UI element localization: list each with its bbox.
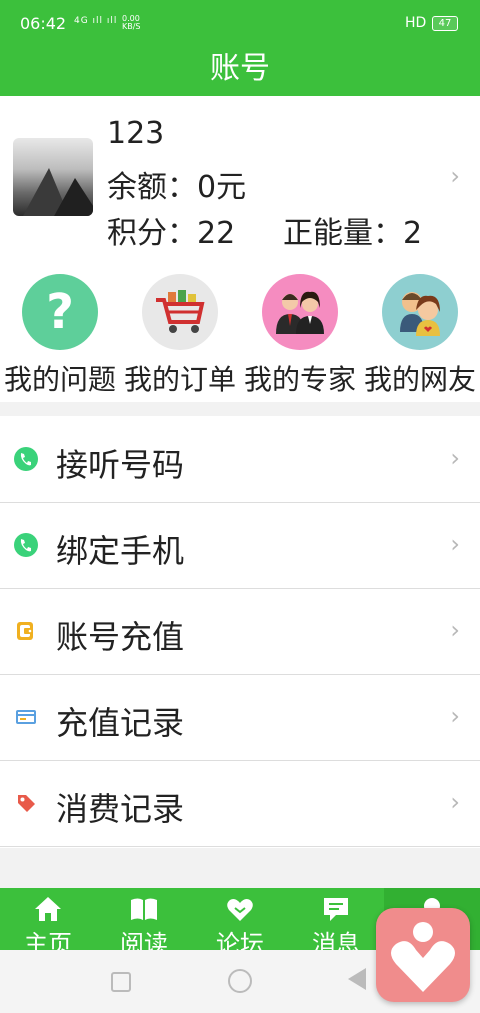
tab-home[interactable]: 主页 — [0, 888, 96, 950]
chevron-right-icon: › — [450, 616, 460, 644]
avatar[interactable] — [13, 138, 93, 216]
section-divider — [0, 402, 480, 416]
menu-item-label: 绑定手机 — [56, 532, 185, 570]
floating-heart-button[interactable] — [376, 908, 470, 1002]
avatar-mountain-2 — [53, 178, 93, 216]
menu-item-recharge-history[interactable]: 充值记录 › — [0, 674, 480, 761]
menu-item-label: 充值记录 — [56, 704, 185, 742]
profile-energy: 正能量：2 — [283, 216, 423, 251]
page-title: 账号 — [0, 48, 480, 96]
back-button[interactable] — [348, 968, 366, 990]
heart-person-icon — [391, 922, 455, 992]
shortcut-label: 我的订单 — [123, 363, 236, 396]
home-button[interactable] — [228, 969, 252, 993]
menu-item-label: 消费记录 — [56, 790, 185, 828]
tab-label: 消息 — [312, 930, 360, 950]
question-icon[interactable]: ? — [22, 274, 98, 350]
chevron-right-icon: › — [450, 788, 460, 816]
book-icon — [129, 894, 159, 924]
menu-item-label: 账号充值 — [56, 618, 185, 656]
settings-menu: 接听号码 › 绑定手机 › 账号充值 › 充值记录 › 消费记录 › — [0, 416, 480, 848]
status-time: 06:42 — [20, 14, 67, 33]
tag-icon — [14, 791, 38, 815]
profile-card[interactable]: 123 余额：0元 积分：22 正能量：2 › — [0, 96, 480, 252]
chevron-right-icon: › — [450, 444, 460, 472]
card-icon — [14, 705, 38, 729]
menu-item-spending-history[interactable]: 消费记录 › — [0, 760, 480, 847]
network-type: HD — [405, 15, 427, 31]
chevron-right-icon: › — [450, 162, 460, 190]
friends-icon[interactable] — [382, 274, 458, 350]
net-speed-unit: KB/S — [122, 22, 141, 31]
phone-icon — [14, 533, 38, 557]
shortcut-grid: ? 我的问题 我的订单 我的专家 我的网友 — [0, 252, 480, 402]
status-bar: 06:42 4G ıll ıll 0.00 KB/S HD 47 — [0, 0, 480, 48]
experts-svg — [276, 291, 324, 334]
profile-balance: 余额：0元 — [107, 170, 247, 205]
shopping-cart-svg — [156, 290, 205, 333]
chevron-right-icon: › — [450, 530, 460, 558]
shortcut-label: 我的网友 — [363, 363, 476, 396]
friends-svg — [400, 292, 440, 336]
battery-icon: 47 — [432, 16, 458, 31]
home-icon — [33, 894, 63, 924]
net-speed: 0.00 KB/S — [122, 15, 141, 31]
tab-label: 阅读 — [120, 930, 168, 950]
tab-label: 主页 — [24, 930, 72, 950]
tab-forum[interactable]: 论坛 — [192, 888, 288, 950]
chevron-right-icon: › — [450, 702, 460, 730]
signal-icon: 4G ıll ıll — [74, 16, 118, 26]
experts-icon[interactable] — [262, 274, 338, 350]
recent-apps-button[interactable] — [111, 972, 131, 992]
shortcut-label: 我的专家 — [243, 363, 356, 396]
profile-points: 积分：22 — [107, 216, 236, 251]
menu-item-recharge[interactable]: 账号充值 › — [0, 588, 480, 675]
shopping-cart-icon[interactable] — [142, 274, 218, 350]
menu-item-bind-phone[interactable]: 绑定手机 › — [0, 502, 480, 589]
message-icon — [321, 894, 351, 924]
tab-messages[interactable]: 消息 — [288, 888, 384, 950]
tab-reading[interactable]: 阅读 — [96, 888, 192, 950]
phone-icon — [14, 447, 38, 471]
shortcut-label: 我的问题 — [3, 363, 116, 396]
profile-name: 123 — [107, 116, 165, 151]
menu-item-answer-number[interactable]: 接听号码 › — [0, 416, 480, 503]
heart-hands-icon — [225, 894, 255, 924]
tab-label: 论坛 — [216, 930, 264, 950]
menu-item-label: 接听号码 — [56, 446, 185, 484]
wallet-icon — [14, 619, 38, 643]
